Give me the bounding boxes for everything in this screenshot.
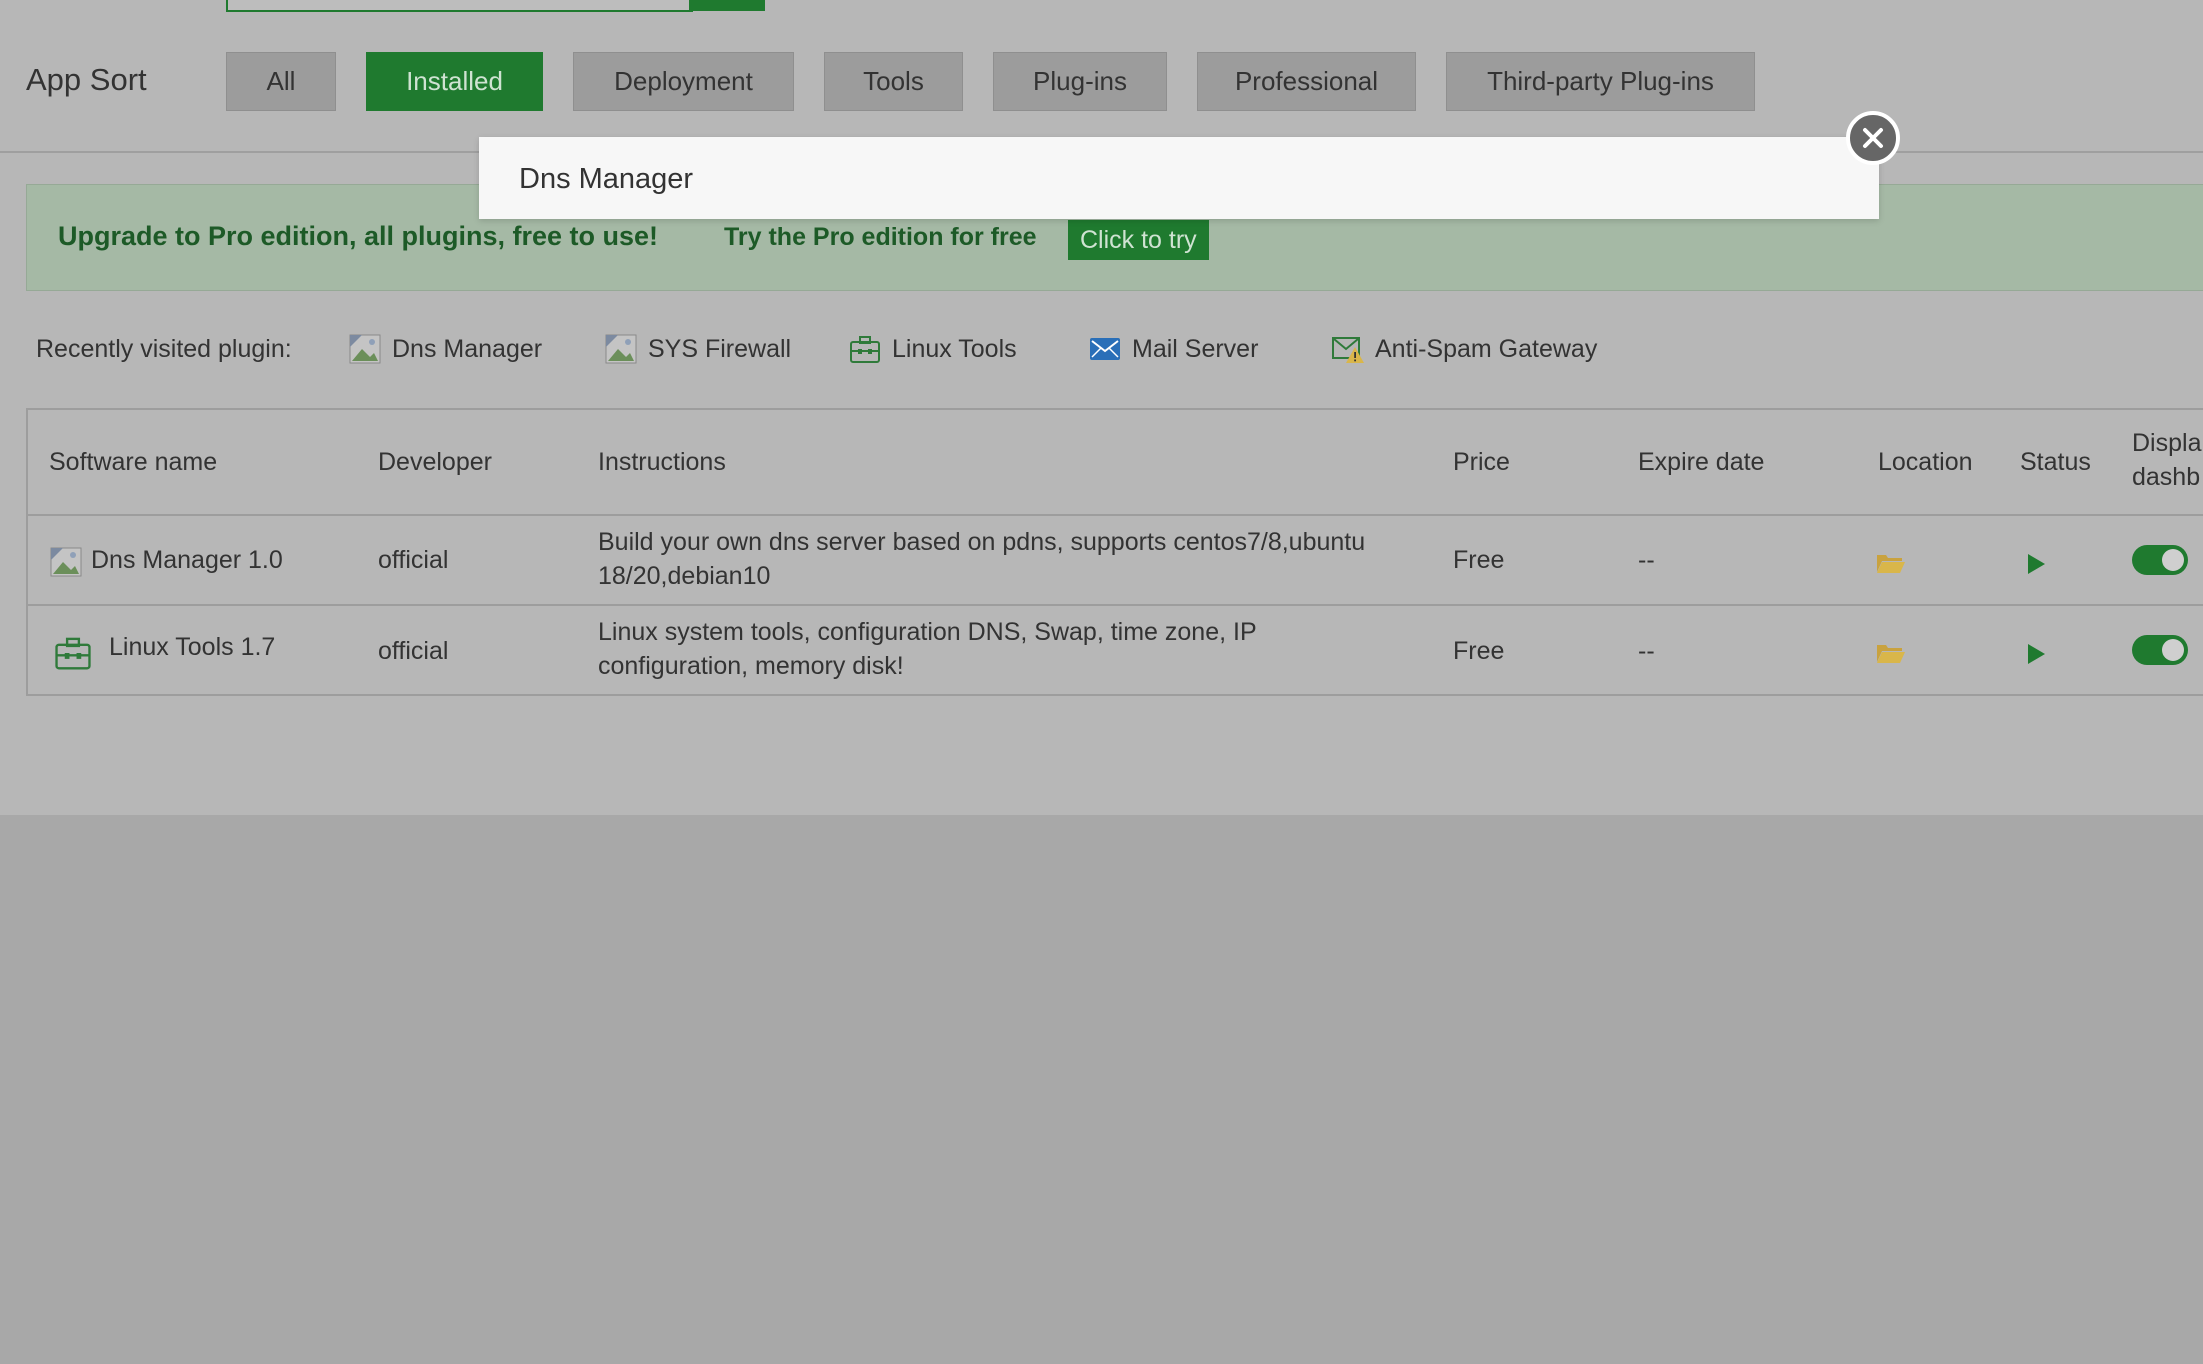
display-dashboard-toggle[interactable] <box>2132 635 2188 665</box>
mail-warning-icon <box>1332 337 1364 363</box>
header-instructions: Instructions <box>598 448 726 476</box>
play-icon[interactable] <box>2028 554 2045 574</box>
tab-plugins[interactable]: Plug-ins <box>993 52 1167 111</box>
recent-item-linux-tools[interactable]: Linux Tools <box>848 331 1017 367</box>
instructions-line: Linux system tools, configuration DNS, S… <box>598 618 1257 646</box>
header-display-line1: Displa <box>2132 429 2202 457</box>
software-name[interactable]: Dns Manager 1.0 <box>91 543 283 577</box>
recent-plugins-label: Recently visited plugin: <box>36 335 292 363</box>
software-name[interactable]: Linux Tools 1.7 <box>109 630 275 664</box>
recent-item-label: Linux Tools <box>892 334 1017 363</box>
broken-image-icon <box>50 547 82 577</box>
expire-date: -- <box>1638 637 1655 665</box>
recent-item-label: Anti-Spam Gateway <box>1375 334 1598 363</box>
row-divider <box>28 604 2203 606</box>
header-display-dashboard: Displa dashb <box>2132 426 2201 494</box>
broken-image-icon <box>605 334 637 364</box>
developer: official <box>378 637 449 665</box>
instructions-line: configuration, memory disk! <box>598 652 904 680</box>
recent-item-label: SYS Firewall <box>648 334 792 363</box>
header-expire-date[interactable]: Expire date <box>1638 448 1764 477</box>
price: Free <box>1453 546 1505 574</box>
header-location: Location <box>1878 448 1973 476</box>
instructions: Build your own dns server based on pdns,… <box>598 525 1365 593</box>
header-status: Status <box>2020 448 2091 476</box>
recent-item-anti-spam-gateway[interactable]: Anti-Spam Gateway <box>1331 331 1597 367</box>
tab-tools[interactable]: Tools <box>824 52 963 111</box>
dialog-close-button[interactable] <box>1846 111 1900 165</box>
header-price[interactable]: Price <box>1453 448 1510 477</box>
broken-image-icon <box>349 334 381 364</box>
plugin-dialog: Dns Manager <box>479 137 1879 219</box>
tab-all[interactable]: All <box>226 52 336 111</box>
row-divider <box>28 514 2203 516</box>
tab-third-party-plugins[interactable]: Third-party Plug-ins <box>1446 52 1755 111</box>
tab-deployment[interactable]: Deployment <box>573 52 794 111</box>
price: Free <box>1453 637 1505 665</box>
folder-open-icon[interactable] <box>1876 642 1906 664</box>
folder-open-icon[interactable] <box>1876 552 1906 574</box>
recent-item-label: Dns Manager <box>392 334 543 363</box>
display-dashboard-toggle[interactable] <box>2132 545 2188 575</box>
search-button[interactable] <box>689 0 765 11</box>
banner-try-text: Try the Pro edition for free <box>724 223 1037 251</box>
instructions: Linux system tools, configuration DNS, S… <box>598 615 1257 683</box>
recent-item-sys-firewall[interactable]: SYS Firewall <box>604 331 791 367</box>
developer: official <box>378 546 449 574</box>
toolbox-icon <box>55 637 91 670</box>
expire-date: -- <box>1638 546 1655 574</box>
mail-icon <box>1090 338 1120 360</box>
close-icon <box>1863 128 1883 148</box>
header-software-name[interactable]: Software name <box>49 448 217 477</box>
recent-item-mail-server[interactable]: Mail Server <box>1088 331 1258 367</box>
instructions-line: 18/20,debian10 <box>598 562 771 590</box>
tab-installed[interactable]: Installed <box>366 52 543 111</box>
instructions-line: Build your own dns server based on pdns,… <box>598 528 1366 556</box>
app-sort-label: App Sort <box>26 62 147 97</box>
tab-professional[interactable]: Professional <box>1197 52 1416 111</box>
recent-item-label: Mail Server <box>1132 334 1259 363</box>
toolbox-icon <box>850 336 880 363</box>
recent-item-dns-manager[interactable]: Dns Manager <box>348 331 542 367</box>
header-display-line2: dashb <box>2132 463 2201 491</box>
header-developer: Developer <box>378 448 492 476</box>
dialog-title: Dns Manager <box>519 163 694 195</box>
search-input[interactable] <box>226 0 693 12</box>
click-to-try-button[interactable]: Click to try <box>1068 220 1209 260</box>
play-icon[interactable] <box>2028 644 2045 664</box>
banner-title: Upgrade to Pro edition, all plugins, fre… <box>58 221 659 251</box>
installed-plugins-table: Software name Developer Instructions Pri… <box>26 408 2203 696</box>
